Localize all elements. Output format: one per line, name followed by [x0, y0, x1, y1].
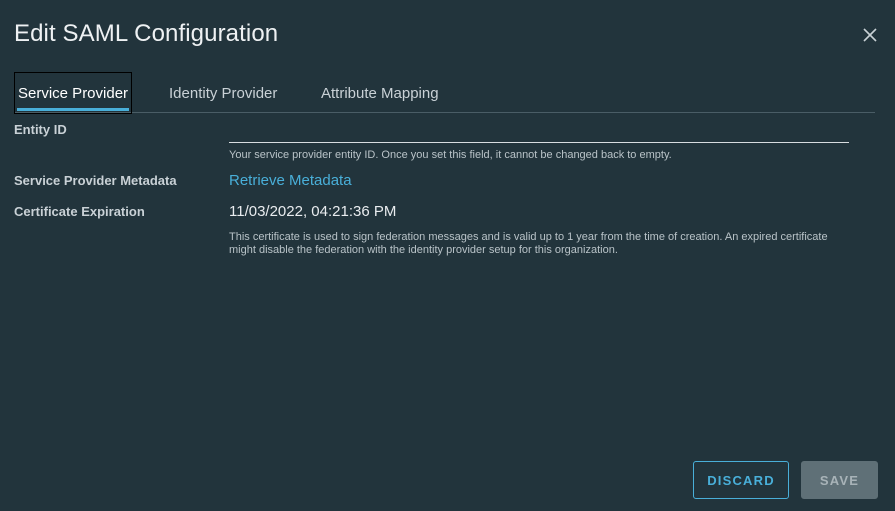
tab-bar: Service Provider Identity Provider Attri…	[14, 72, 875, 114]
edit-saml-dialog: Edit SAML Configuration Service Provider…	[0, 0, 895, 511]
tab-service-provider[interactable]: Service Provider	[14, 72, 133, 114]
entity-id-input[interactable]	[229, 120, 849, 143]
close-button[interactable]	[859, 24, 881, 46]
certificate-expiration-label: Certificate Expiration	[14, 204, 145, 219]
save-button[interactable]: SAVE	[801, 461, 878, 499]
close-icon	[863, 28, 877, 42]
discard-button[interactable]: DISCARD	[693, 461, 789, 499]
tab-identity-provider[interactable]: Identity Provider	[169, 72, 277, 112]
entity-id-helper: Your service provider entity ID. Once yo…	[229, 149, 672, 161]
tab-attribute-mapping[interactable]: Attribute Mapping	[321, 72, 439, 112]
certificate-helper: This certificate is used to sign federat…	[229, 231, 828, 256]
dialog-title: Edit SAML Configuration	[14, 20, 279, 47]
entity-id-label: Entity ID	[14, 122, 67, 137]
metadata-label: Service Provider Metadata	[14, 173, 177, 188]
certificate-expiration-value: 11/03/2022, 04:21:36 PM	[229, 203, 397, 220]
retrieve-metadata-link[interactable]: Retrieve Metadata	[229, 172, 352, 189]
